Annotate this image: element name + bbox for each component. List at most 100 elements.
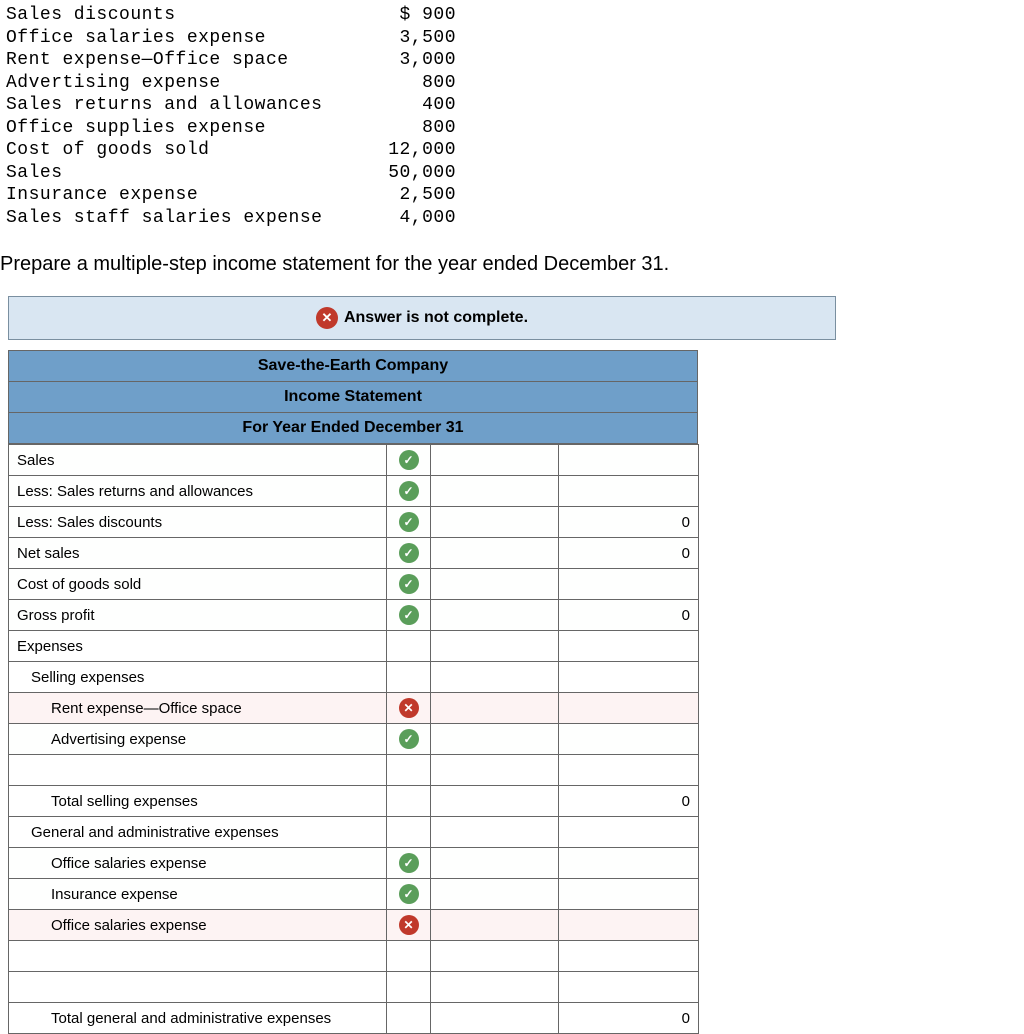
amount-col-2[interactable] [559, 879, 699, 910]
row-label[interactable]: Total selling expenses [9, 786, 387, 817]
amount-col-1[interactable] [431, 476, 559, 507]
amount-col-1[interactable] [431, 817, 559, 848]
ledger-row: Cost of goods sold12,000 [6, 139, 1024, 162]
amount-col-2[interactable]: 0 [559, 786, 699, 817]
amount-col-1[interactable] [431, 662, 559, 693]
check-icon [399, 884, 419, 904]
amount-col-2[interactable] [559, 817, 699, 848]
ledger-label: Office supplies expense [6, 117, 366, 140]
table-row: Advertising expense [9, 724, 699, 755]
row-label[interactable]: General and administrative expenses [9, 817, 387, 848]
amount-col-1[interactable] [431, 693, 559, 724]
amount-col-2[interactable] [559, 910, 699, 941]
row-label[interactable]: Selling expenses [9, 662, 387, 693]
row-label[interactable]: Insurance expense [9, 879, 387, 910]
status-bar: Answer is not complete. [8, 296, 836, 340]
amount-col-1[interactable] [431, 848, 559, 879]
amount-col-2[interactable] [559, 941, 699, 972]
amount-col-2[interactable] [559, 972, 699, 1003]
amount-col-2[interactable] [559, 476, 699, 507]
amount-col-2[interactable] [559, 662, 699, 693]
ledger-row: Office salaries expense3,500 [6, 27, 1024, 50]
ledger-value: $ 900 [366, 4, 456, 27]
amount-col-1[interactable] [431, 786, 559, 817]
status-cell [387, 910, 431, 941]
instruction-text: Prepare a multiple-step income statement… [0, 235, 1024, 296]
amount-col-1[interactable] [431, 879, 559, 910]
row-label[interactable]: Advertising expense [9, 724, 387, 755]
check-icon [399, 543, 419, 563]
row-label[interactable]: Total general and administrative expense… [9, 1003, 387, 1034]
amount-col-1[interactable] [431, 910, 559, 941]
row-label[interactable]: Less: Sales returns and allowances [9, 476, 387, 507]
row-label[interactable]: Cost of goods sold [9, 569, 387, 600]
amount-col-2[interactable] [559, 631, 699, 662]
table-row: Selling expenses [9, 662, 699, 693]
ledger-row: Sales staff salaries expense4,000 [6, 207, 1024, 230]
table-row: Total general and administrative expense… [9, 1003, 699, 1034]
amount-col-2[interactable] [559, 445, 699, 476]
statement-period: For Year Ended December 31 [9, 413, 697, 444]
amount-col-2[interactable] [559, 755, 699, 786]
amount-col-2[interactable]: 0 [559, 538, 699, 569]
ledger-value: 3,000 [366, 49, 456, 72]
amount-col-1[interactable] [431, 631, 559, 662]
ledger-value: 400 [366, 94, 456, 117]
cross-icon [399, 915, 419, 935]
row-label[interactable]: Sales [9, 445, 387, 476]
amount-col-1[interactable] [431, 972, 559, 1003]
income-statement-table: SalesLess: Sales returns and allowancesL… [8, 444, 699, 1034]
row-label[interactable]: Net sales [9, 538, 387, 569]
ledger-value: 3,500 [366, 27, 456, 50]
row-label[interactable] [9, 972, 387, 1003]
amount-col-1[interactable] [431, 600, 559, 631]
row-label[interactable]: Gross profit [9, 600, 387, 631]
ledger-value: 50,000 [366, 162, 456, 185]
company-name: Save-the-Earth Company [9, 351, 697, 382]
amount-col-1[interactable] [431, 569, 559, 600]
status-cell [387, 786, 431, 817]
status-cell [387, 445, 431, 476]
row-label[interactable]: Rent expense—Office space [9, 693, 387, 724]
amount-col-1[interactable] [431, 1003, 559, 1034]
table-row: Gross profit 0 [9, 600, 699, 631]
amount-col-1[interactable] [431, 445, 559, 476]
amount-col-2[interactable]: 0 [559, 600, 699, 631]
ledger-row: Sales returns and allowances400 [6, 94, 1024, 117]
status-cell [387, 507, 431, 538]
status-cell [387, 848, 431, 879]
ledger-value: 12,000 [366, 139, 456, 162]
amount-col-1[interactable] [431, 755, 559, 786]
statement-header: Save-the-Earth Company Income Statement … [8, 350, 698, 444]
ledger-row: Sales discounts$ 900 [6, 4, 1024, 27]
status-cell [387, 662, 431, 693]
amount-col-1[interactable] [431, 538, 559, 569]
row-label[interactable] [9, 941, 387, 972]
amount-col-2[interactable]: 0 [559, 1003, 699, 1034]
ledger-value: 800 [366, 72, 456, 95]
amount-col-2[interactable] [559, 724, 699, 755]
ledger-table: Sales discounts$ 900Office salaries expe… [0, 0, 1024, 235]
cross-icon [316, 307, 338, 329]
status-cell [387, 972, 431, 1003]
status-message: Answer is not complete. [344, 309, 528, 327]
status-cell [387, 693, 431, 724]
amount-col-2[interactable] [559, 569, 699, 600]
row-label[interactable]: Less: Sales discounts [9, 507, 387, 538]
amount-col-2[interactable] [559, 848, 699, 879]
amount-col-2[interactable]: 0 [559, 507, 699, 538]
ledger-label: Sales returns and allowances [6, 94, 366, 117]
table-row: Net sales 0 [9, 538, 699, 569]
table-row: Office salaries expense [9, 910, 699, 941]
amount-col-1[interactable] [431, 724, 559, 755]
row-label[interactable]: Office salaries expense [9, 848, 387, 879]
amount-col-1[interactable] [431, 941, 559, 972]
table-row: Insurance expense [9, 879, 699, 910]
amount-col-2[interactable] [559, 693, 699, 724]
row-label[interactable] [9, 755, 387, 786]
cross-icon [399, 698, 419, 718]
amount-col-1[interactable] [431, 507, 559, 538]
table-row: General and administrative expenses [9, 817, 699, 848]
row-label[interactable]: Expenses [9, 631, 387, 662]
row-label[interactable]: Office salaries expense [9, 910, 387, 941]
